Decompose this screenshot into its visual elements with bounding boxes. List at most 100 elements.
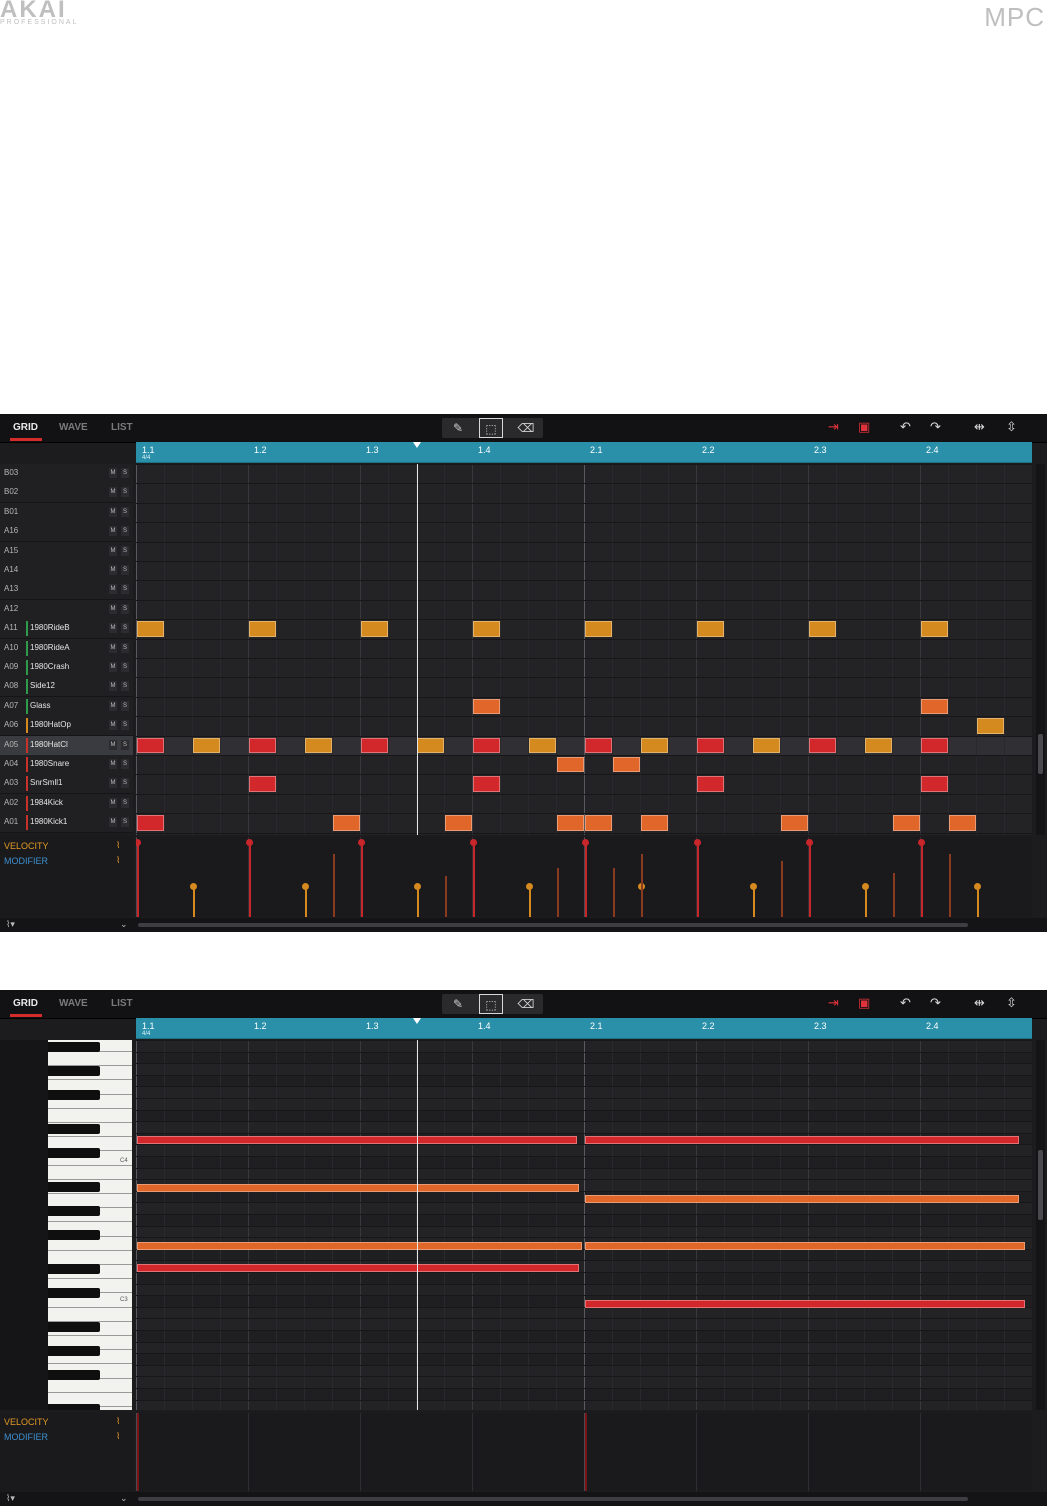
mute-button[interactable]: M: [109, 759, 117, 769]
velocity-curve-icon[interactable]: ⌇: [116, 840, 120, 851]
drum-note[interactable]: [697, 621, 724, 637]
eraser-icon[interactable]: ⌫: [514, 418, 538, 438]
drum-note[interactable]: [557, 815, 584, 831]
timeline-ruler[interactable]: 1.1 4/4 1.2 1.3 1.4 2.1 2.2 2.3 2.4: [136, 442, 1032, 463]
drum-note[interactable]: [641, 815, 668, 831]
mute-button[interactable]: M: [109, 662, 117, 672]
drum-note[interactable]: [697, 776, 724, 792]
black-key[interactable]: [48, 1066, 100, 1076]
drum-note[interactable]: [137, 815, 164, 831]
solo-button[interactable]: S: [121, 797, 129, 808]
solo-button[interactable]: S: [121, 487, 129, 498]
drum-note[interactable]: [137, 737, 164, 753]
velocity-stem[interactable]: [333, 854, 335, 917]
drum-note[interactable]: [361, 621, 388, 637]
note-grid[interactable]: [136, 464, 1032, 835]
track-row-a12[interactable]: A12 M S: [0, 599, 133, 620]
solo-button[interactable]: S: [121, 700, 129, 711]
velocity-stem[interactable]: [613, 868, 615, 917]
drum-note[interactable]: [557, 757, 584, 773]
mute-button[interactable]: M: [109, 739, 117, 750]
marquee-select-icon[interactable]: ⬚: [479, 994, 503, 1014]
black-key[interactable]: [48, 1090, 100, 1100]
solo-button[interactable]: S: [121, 759, 129, 769]
track-row-a06[interactable]: A06 1980HatOp M S: [0, 716, 133, 737]
solo-button[interactable]: S: [121, 739, 129, 750]
velocity-handle[interactable]: [694, 839, 701, 846]
velocity-handle[interactable]: [526, 883, 533, 890]
velocity-handle[interactable]: [302, 883, 309, 890]
vertical-scrollbar[interactable]: [1036, 464, 1045, 835]
piano-note[interactable]: [137, 1264, 580, 1272]
track-row-b01[interactable]: B01 M S: [0, 502, 133, 523]
pencil-icon[interactable]: ✎: [446, 994, 470, 1014]
velocity-curve-icon[interactable]: ⌇: [116, 1416, 120, 1427]
velocity-stem[interactable]: [921, 843, 923, 917]
velocity-lane-label[interactable]: VELOCITY: [4, 1417, 49, 1427]
track-row-a05[interactable]: A05 1980HatCl M S: [0, 735, 133, 756]
tab-wave[interactable]: WAVE: [59, 422, 88, 433]
black-key[interactable]: [48, 1264, 100, 1274]
track-row-a02[interactable]: A02 1984Kick M S: [0, 793, 133, 814]
tab-grid[interactable]: GRID: [13, 998, 38, 1009]
playhead-marker[interactable]: [413, 442, 421, 448]
drum-note[interactable]: [893, 815, 920, 831]
velocity-stem[interactable]: [473, 843, 475, 917]
track-row-a11[interactable]: A11 1980RideB M S: [0, 619, 133, 640]
black-key[interactable]: [48, 1346, 100, 1356]
mute-button[interactable]: M: [109, 603, 117, 614]
note-follow-icon[interactable]: ⇥: [828, 420, 839, 434]
mute-button[interactable]: M: [109, 487, 117, 498]
velocity-stem[interactable]: [865, 887, 867, 917]
vertical-scrollbar[interactable]: [1036, 1040, 1045, 1410]
drum-note[interactable]: [585, 621, 612, 637]
zoom-horizontal-icon[interactable]: ⇹: [974, 996, 985, 1010]
lane-menu-icon[interactable]: ⌇▾: [6, 1493, 15, 1504]
drum-note[interactable]: [641, 737, 668, 753]
drum-note[interactable]: [445, 815, 472, 831]
drum-note[interactable]: [529, 737, 556, 753]
mute-button[interactable]: M: [109, 506, 117, 517]
drum-note[interactable]: [361, 737, 388, 753]
velocity-handle[interactable]: [918, 839, 925, 846]
drum-note[interactable]: [417, 737, 444, 753]
velocity-stem[interactable]: [417, 887, 419, 917]
selection-box-icon[interactable]: ▣: [858, 996, 870, 1010]
velocity-stem[interactable]: [445, 876, 447, 917]
mute-button[interactable]: M: [109, 681, 117, 692]
mute-button[interactable]: M: [109, 778, 117, 789]
solo-button[interactable]: S: [121, 603, 129, 614]
drum-note[interactable]: [249, 621, 276, 637]
mute-button[interactable]: M: [109, 642, 117, 653]
tab-grid[interactable]: GRID: [13, 422, 38, 433]
drum-note[interactable]: [613, 757, 640, 773]
solo-button[interactable]: S: [121, 526, 129, 537]
track-row-a09[interactable]: A09 1980Crash M S: [0, 658, 133, 678]
velocity-stem[interactable]: [697, 843, 699, 917]
mute-button[interactable]: M: [109, 468, 117, 478]
horizontal-scrollbar[interactable]: [138, 923, 968, 927]
selection-box-icon[interactable]: ▣: [858, 420, 870, 434]
mute-button[interactable]: M: [109, 565, 117, 575]
mute-button[interactable]: M: [109, 797, 117, 808]
modifier-lane-label[interactable]: MODIFIER: [4, 1432, 48, 1442]
redo-icon[interactable]: ↷: [930, 420, 941, 434]
black-key[interactable]: [48, 1288, 100, 1298]
solo-button[interactable]: S: [121, 662, 129, 672]
track-row-a07[interactable]: A07 Glass M S: [0, 696, 133, 717]
track-row-a01[interactable]: A01 1980Kick1 M S: [0, 813, 133, 834]
velocity-handle[interactable]: [862, 883, 869, 890]
black-key[interactable]: [48, 1182, 100, 1192]
track-row-a15[interactable]: A15 M S: [0, 541, 133, 562]
velocity-stem[interactable]: [977, 887, 979, 917]
mute-button[interactable]: M: [109, 526, 117, 537]
drum-note[interactable]: [249, 776, 276, 792]
solo-button[interactable]: S: [121, 642, 129, 653]
redo-icon[interactable]: ↷: [930, 996, 941, 1010]
track-row-b02[interactable]: B02 M S: [0, 483, 133, 504]
velocity-handle[interactable]: [582, 839, 589, 846]
velocity-handle[interactable]: [136, 839, 141, 846]
velocity-stem[interactable]: [949, 854, 951, 917]
solo-button[interactable]: S: [121, 681, 129, 692]
velocity-lane[interactable]: [136, 1413, 1032, 1491]
